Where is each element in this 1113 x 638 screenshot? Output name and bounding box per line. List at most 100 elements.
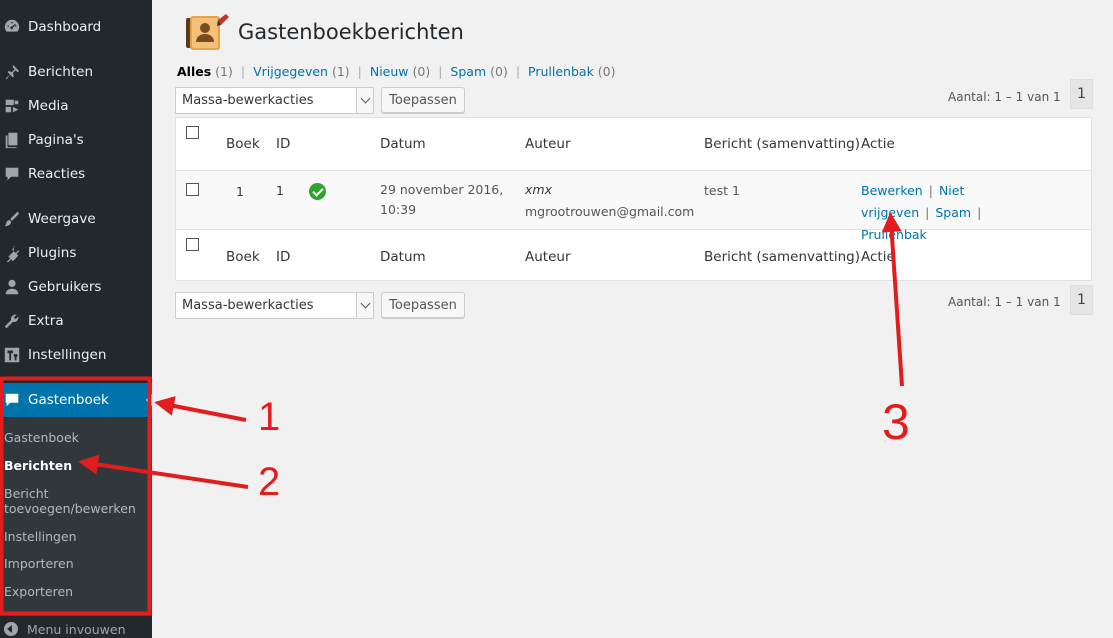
media-icon bbox=[0, 97, 28, 115]
bulk-actions-value: Massa-bewerkacties bbox=[182, 93, 314, 108]
table-row: 1 1 29 november 2016, 10:39 xmx mgrootro… bbox=[176, 171, 1091, 242]
select-all-checkbox-footer[interactable] bbox=[186, 238, 199, 251]
menu-item-weergave[interactable]: Weergave bbox=[0, 202, 152, 236]
filter-spam[interactable]: Spam bbox=[450, 64, 486, 79]
menu-item-extra[interactable]: Extra bbox=[0, 304, 152, 338]
page-header: Gastenboekberichten bbox=[184, 12, 464, 52]
filter-separator: | bbox=[515, 64, 521, 79]
bulk-actions-select-bottom[interactable]: Massa-bewerkacties bbox=[175, 292, 374, 319]
page-title: Gastenboekberichten bbox=[238, 20, 464, 44]
dashboard-icon bbox=[0, 18, 28, 36]
submenu-item-bericht-toevoegen[interactable]: Bericht toevoegen/bewerken bbox=[4, 486, 144, 516]
main-content: Gastenboekberichten Alles (1) | Vrijgege… bbox=[152, 0, 1113, 638]
column-id[interactable]: ID bbox=[276, 136, 290, 152]
settings-icon bbox=[0, 346, 28, 364]
collapse-menu-button[interactable]: Menu invouwen bbox=[0, 620, 126, 638]
pin-icon bbox=[0, 63, 28, 81]
menu-label: Plugins bbox=[28, 245, 77, 261]
status-filters: Alles (1) | Vrijgegeven (1) | Nieuw (0) … bbox=[177, 64, 616, 79]
speech-bubble-icon bbox=[0, 391, 28, 409]
items-count-top: Aantal: 1 – 1 van 1 bbox=[948, 90, 1061, 104]
column-actie: Actie bbox=[861, 249, 895, 265]
address-book-icon bbox=[186, 14, 229, 50]
column-boek[interactable]: Boek bbox=[226, 136, 260, 152]
menu-item-plugins[interactable]: Plugins bbox=[0, 236, 152, 270]
action-bewerken[interactable]: Bewerken bbox=[861, 183, 923, 198]
menu-item-media[interactable]: Media bbox=[0, 89, 152, 123]
column-id[interactable]: ID bbox=[276, 249, 290, 265]
apply-button-bottom[interactable]: Toepassen bbox=[381, 292, 465, 318]
action-separator: | bbox=[925, 205, 930, 220]
row-excerpt: test 1 bbox=[704, 183, 740, 198]
filter-count: (1) bbox=[215, 64, 233, 79]
action-separator: | bbox=[977, 205, 982, 220]
select-all-checkbox[interactable] bbox=[186, 126, 199, 139]
chevron-down-icon bbox=[356, 293, 373, 318]
filter-count: (0) bbox=[412, 64, 431, 79]
row-date-line1: 29 november 2016, bbox=[380, 182, 504, 197]
menu-label: Berichten bbox=[28, 64, 94, 80]
filter-count: (0) bbox=[597, 64, 616, 79]
submenu-item-gastenboek[interactable]: Gastenboek bbox=[4, 430, 79, 445]
column-actie: Actie bbox=[861, 136, 895, 152]
submenu-item-berichten[interactable]: Berichten bbox=[4, 458, 72, 473]
annotation-label-2: 2 bbox=[258, 460, 281, 504]
filter-count: (1) bbox=[331, 64, 350, 79]
column-datum[interactable]: Datum bbox=[380, 136, 426, 152]
row-id: 1 bbox=[276, 183, 284, 198]
menu-label: Reacties bbox=[28, 166, 86, 182]
bulk-actions-select-top[interactable]: Massa-bewerkacties bbox=[175, 87, 374, 114]
gastenboek-submenu: Gastenboek Berichten Bericht toevoegen/b… bbox=[0, 418, 152, 616]
menu-item-reacties[interactable]: Reacties bbox=[0, 157, 152, 191]
column-auteur[interactable]: Auteur bbox=[525, 136, 571, 152]
column-bericht[interactable]: Bericht (samenvatting) bbox=[704, 136, 860, 152]
page-icon bbox=[0, 131, 28, 149]
row-author-email: mgrootrouwen@gmail.com bbox=[525, 204, 695, 219]
user-icon bbox=[0, 278, 28, 296]
column-datum[interactable]: Datum bbox=[380, 249, 426, 265]
filter-vrijgegeven[interactable]: Vrijgegeven bbox=[253, 64, 328, 79]
row-book-link[interactable]: 1 bbox=[236, 184, 244, 199]
bulk-actions-value: Massa-bewerkacties bbox=[182, 298, 314, 313]
menu-item-dashboard[interactable]: Dashboard bbox=[0, 10, 152, 44]
approved-check-icon bbox=[309, 183, 326, 200]
page-number-bottom[interactable]: 1 bbox=[1070, 285, 1093, 315]
apply-button-top[interactable]: Toepassen bbox=[381, 87, 465, 113]
collapse-icon bbox=[4, 622, 18, 636]
filter-separator: | bbox=[357, 64, 362, 79]
comment-icon bbox=[0, 165, 28, 183]
filter-separator: | bbox=[438, 64, 443, 79]
items-count-bottom: Aantal: 1 – 1 van 1 bbox=[948, 295, 1061, 309]
annotation-label-3: 3 bbox=[882, 394, 910, 450]
filter-nieuw[interactable]: Nieuw bbox=[370, 64, 409, 79]
messages-table: Boek ID Datum Auteur Bericht (samenvatti… bbox=[175, 117, 1092, 281]
table-header-row: Boek ID Datum Auteur Bericht (samenvatti… bbox=[176, 118, 1091, 171]
menu-item-instellingen[interactable]: Instellingen bbox=[0, 338, 152, 372]
filter-alles[interactable]: Alles bbox=[177, 64, 211, 79]
collapse-label: Menu invouwen bbox=[27, 621, 126, 637]
submenu-item-instellingen[interactable]: Instellingen bbox=[4, 529, 77, 544]
menu-item-berichten[interactable]: Berichten bbox=[0, 55, 152, 89]
plug-icon bbox=[0, 244, 28, 262]
filter-separator: | bbox=[240, 64, 246, 79]
menu-item-gastenboek[interactable]: Gastenboek bbox=[0, 383, 152, 417]
submenu-item-importeren[interactable]: Importeren bbox=[4, 556, 74, 571]
filter-count: (0) bbox=[490, 64, 508, 79]
menu-label: Instellingen bbox=[28, 347, 107, 363]
page-number-top[interactable]: 1 bbox=[1070, 79, 1093, 109]
action-separator: | bbox=[928, 183, 933, 198]
row-author-name[interactable]: xmx bbox=[525, 182, 552, 197]
menu-item-gebruikers[interactable]: Gebruikers bbox=[0, 270, 152, 304]
menu-label: Pagina's bbox=[28, 132, 84, 148]
submenu-item-exporteren[interactable]: Exporteren bbox=[4, 584, 73, 599]
filter-prullenbak[interactable]: Prullenbak bbox=[528, 64, 594, 79]
menu-item-paginas[interactable]: Pagina's bbox=[0, 123, 152, 157]
column-bericht[interactable]: Bericht (samenvatting) bbox=[704, 249, 860, 265]
menu-label: Gebruikers bbox=[28, 279, 102, 295]
admin-sidebar: Dashboard Berichten Media Pagina's React… bbox=[0, 0, 152, 638]
row-checkbox[interactable] bbox=[186, 183, 199, 196]
column-auteur[interactable]: Auteur bbox=[525, 249, 571, 265]
action-spam[interactable]: Spam bbox=[935, 205, 971, 220]
menu-label: Dashboard bbox=[28, 19, 102, 35]
column-boek[interactable]: Boek bbox=[226, 249, 260, 265]
